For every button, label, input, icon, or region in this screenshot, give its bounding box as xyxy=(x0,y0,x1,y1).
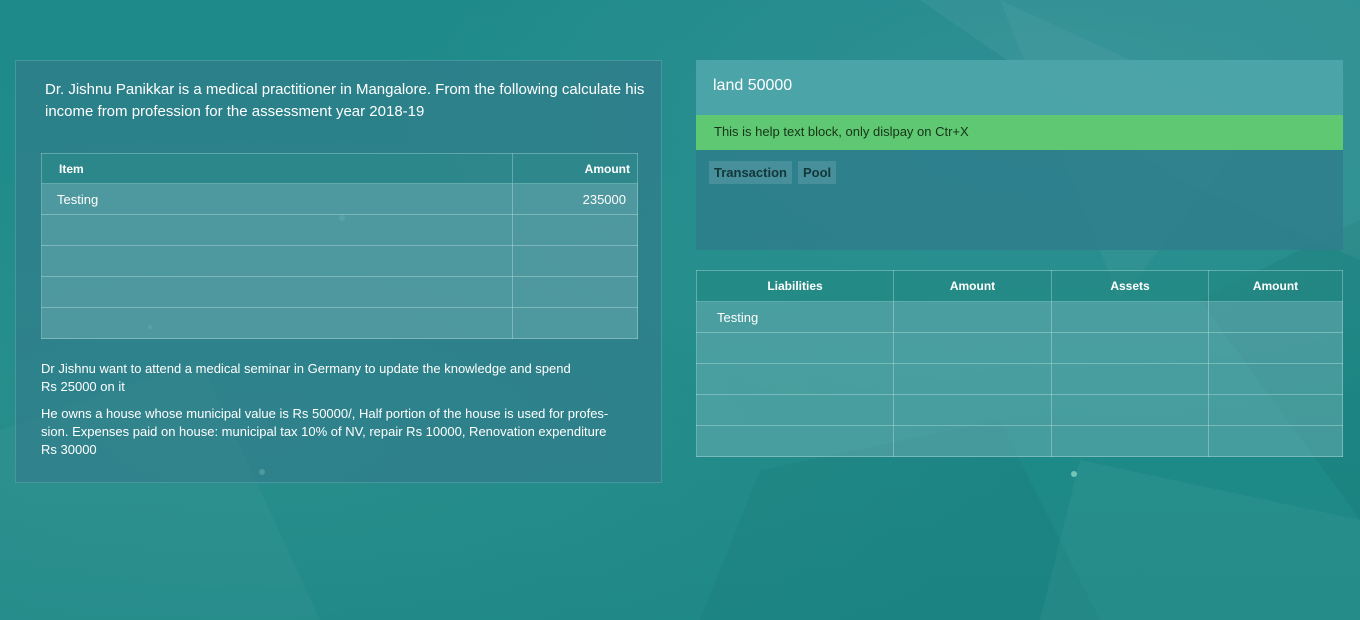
table-cell-assets-amount[interactable] xyxy=(1208,301,1343,333)
note-seminar: Dr Jishnu want to attend a medical semin… xyxy=(41,361,571,394)
table-row: Testing 235000 xyxy=(41,183,638,215)
column-header-amount: Amount xyxy=(512,153,638,184)
income-table: Item Amount Testing 235000 xyxy=(41,153,638,339)
table-cell-assets-amount[interactable] xyxy=(1208,363,1343,395)
table-cell-item: Testing xyxy=(41,183,513,215)
help-text-bar: This is help text block, only dislpay on… xyxy=(696,115,1343,150)
table-cell-assets[interactable] xyxy=(1051,363,1209,395)
table-cell-liabilities[interactable] xyxy=(696,332,894,364)
table-cell-item xyxy=(41,245,513,277)
balance-sheet-header: Liabilities Amount Assets Amount xyxy=(696,270,1343,302)
tag-row: Transaction Pool xyxy=(709,161,837,184)
tag-transaction[interactable]: Transaction xyxy=(709,161,792,184)
table-row: Testing xyxy=(696,301,1343,333)
table-cell-assets[interactable] xyxy=(1051,425,1209,457)
answer-panel: land 50000 This is help text block, only… xyxy=(696,60,1343,250)
note-house: He owns a house whose municipal value is… xyxy=(41,406,609,457)
table-cell-assets-amount[interactable] xyxy=(1208,394,1343,426)
column-header-item: Item xyxy=(41,153,513,184)
table-cell-liabilities-amount[interactable] xyxy=(893,301,1052,333)
table-cell-assets[interactable] xyxy=(1051,301,1209,333)
table-row xyxy=(696,363,1343,395)
table-cell-assets-amount[interactable] xyxy=(1208,425,1343,457)
income-table-header: Item Amount xyxy=(41,153,638,184)
table-cell-liabilities-amount[interactable] xyxy=(893,332,1052,364)
table-cell-amount xyxy=(512,214,638,246)
table-cell-amount xyxy=(512,307,638,339)
table-row xyxy=(41,276,638,308)
table-cell-item xyxy=(41,276,513,308)
table-row xyxy=(41,214,638,246)
column-header-liabilities-amount: Amount xyxy=(893,270,1052,302)
table-row xyxy=(41,245,638,277)
table-cell-liabilities[interactable] xyxy=(696,363,894,395)
table-row xyxy=(696,332,1343,364)
table-cell-liabilities-amount[interactable] xyxy=(893,394,1052,426)
question-text: Dr. Jishnu Panikkar is a medical practit… xyxy=(45,81,645,120)
table-cell-assets[interactable] xyxy=(1051,394,1209,426)
tag-pool[interactable]: Pool xyxy=(797,161,837,184)
table-cell-liabilities-amount[interactable] xyxy=(893,363,1052,395)
column-header-liabilities: Liabilities xyxy=(696,270,894,302)
table-cell-amount xyxy=(512,276,638,308)
column-header-assets-amount: Amount xyxy=(1208,270,1343,302)
question-panel: Dr. Jishnu Panikkar is a medical practit… xyxy=(15,60,662,483)
table-cell-liabilities[interactable]: Testing xyxy=(696,301,894,333)
table-row xyxy=(696,394,1343,426)
table-cell-amount xyxy=(512,245,638,277)
table-cell-item xyxy=(41,307,513,339)
table-cell-amount: 235000 xyxy=(512,183,638,215)
table-row xyxy=(41,307,638,339)
table-cell-item xyxy=(41,214,513,246)
table-cell-assets[interactable] xyxy=(1051,332,1209,364)
answer-input[interactable]: land 50000 xyxy=(696,60,1343,115)
table-cell-liabilities[interactable] xyxy=(696,394,894,426)
table-cell-liabilities[interactable] xyxy=(696,425,894,457)
balance-sheet-table: Liabilities Amount Assets Amount Testing xyxy=(696,270,1343,457)
table-cell-assets-amount[interactable] xyxy=(1208,332,1343,364)
table-cell-liabilities-amount[interactable] xyxy=(893,425,1052,457)
table-row xyxy=(696,425,1343,457)
column-header-assets: Assets xyxy=(1051,270,1209,302)
